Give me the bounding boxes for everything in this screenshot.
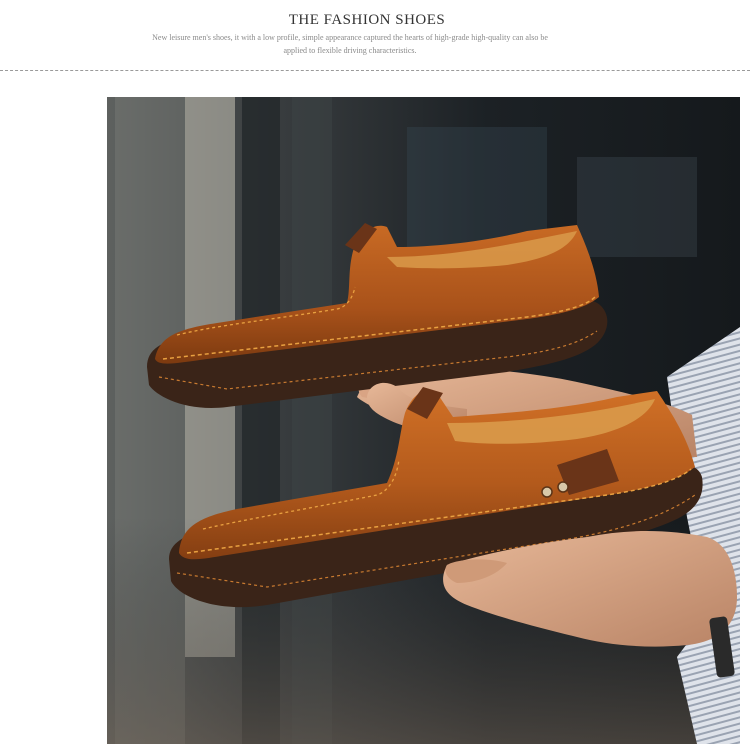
window-glow-2 <box>577 157 697 257</box>
section-header: THE FASHION SHOES New leisure men's shoe… <box>0 0 750 72</box>
window-glow <box>407 127 547 247</box>
dashed-divider <box>0 70 750 71</box>
product-photo <box>107 97 740 744</box>
section-subtitle: New leisure men's shoes, it with a low p… <box>152 33 548 55</box>
section-title: THE FASHION SHOES <box>288 12 446 28</box>
product-page: THE FASHION SHOES New leisure men's shoe… <box>0 0 750 744</box>
bottom-rivet-1 <box>541 486 553 498</box>
bottom-rivet-2 <box>557 481 569 493</box>
